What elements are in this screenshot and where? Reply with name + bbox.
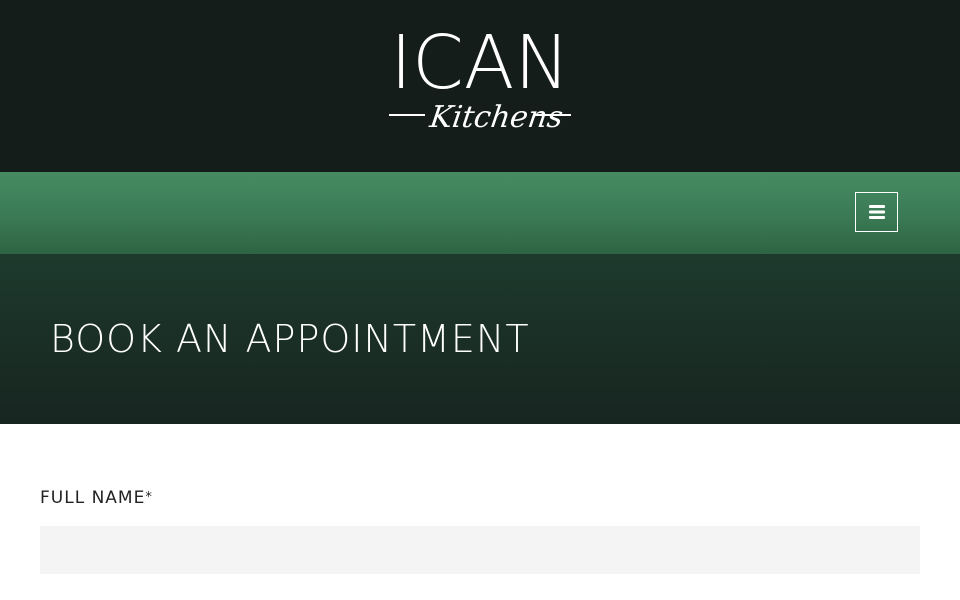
full-name-input[interactable] xyxy=(40,526,920,574)
logo-divider-right xyxy=(535,114,571,116)
menu-toggle-button[interactable] xyxy=(855,192,898,232)
logo-divider-left xyxy=(389,114,425,116)
bars-icon xyxy=(868,205,885,219)
required-asterisk: * xyxy=(145,490,152,505)
appointment-form: FULL NAME* xyxy=(0,424,960,600)
nav-bar xyxy=(0,172,960,254)
full-name-label-text: FULL NAME xyxy=(40,488,146,508)
full-name-label: FULL NAME* xyxy=(40,487,152,509)
site-header: ICAN Kitchens xyxy=(0,0,960,172)
site-logo[interactable]: ICAN Kitchens xyxy=(380,26,580,146)
page-hero: BOOK AN APPOINTMENT xyxy=(0,254,960,424)
logo-script-text: Kitchens xyxy=(427,100,566,135)
logo-wordmark: ICAN xyxy=(390,20,570,106)
logo-subtitle-row: Kitchens xyxy=(380,100,580,142)
page-title: BOOK AN APPOINTMENT xyxy=(50,317,530,361)
